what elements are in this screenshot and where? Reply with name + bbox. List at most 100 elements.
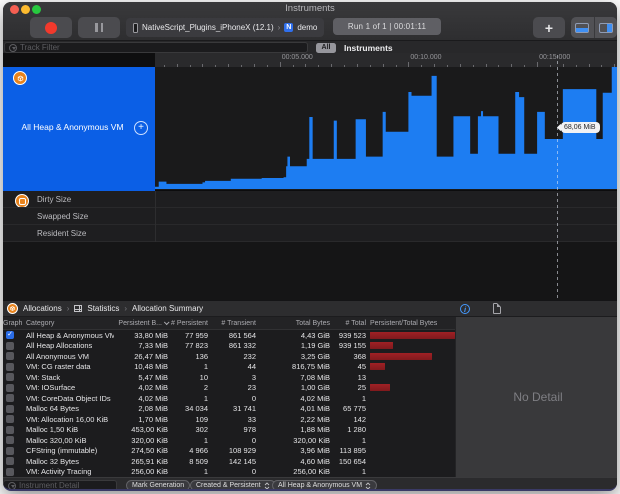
graph-checkbox[interactable]	[6, 373, 14, 382]
table-row[interactable]: VM: CoreData Object IDs 4,02 MiB 1 0 4,02 Mi…	[3, 393, 455, 404]
track-zoom-button[interactable]: +	[134, 121, 148, 135]
table-row[interactable]: VM: CG raster data 10,48 MiB 1 44 816,75 MiB…	[3, 362, 455, 373]
cell-num-persistent: 109	[195, 414, 208, 424]
lifecycle-dropdown[interactable]: Created & Persistent	[190, 480, 276, 489]
graph-checkbox[interactable]	[6, 457, 14, 466]
table-row[interactable]: Malloc 64 Bytes 2,08 MiB 34 034 31 741 4,01 …	[3, 404, 455, 415]
cell-num-transient: 0	[251, 467, 256, 477]
mark-generation-button[interactable]: Mark Generation	[126, 480, 191, 489]
column-header-num-total[interactable]: # Total	[330, 320, 367, 327]
inspection-playhead[interactable]	[557, 55, 558, 300]
window-title: Instruments	[285, 3, 335, 14]
allocation-graph[interactable]	[151, 67, 617, 191]
breadcrumb-allocation-summary[interactable]: Allocation Summary	[132, 304, 203, 313]
graph-checkbox[interactable]	[6, 425, 14, 434]
vm-tracker-subtrack[interactable]: Swapped Size	[3, 208, 617, 225]
scope-dropdown[interactable]: All Heap & Anonymous VM	[272, 480, 378, 489]
cell-total-bytes: 1,19 GiB	[300, 341, 330, 351]
all-filter-button[interactable]: All	[316, 43, 336, 53]
graph-checkbox[interactable]	[6, 436, 14, 445]
track-filter-input[interactable]: Track Filter	[4, 42, 308, 53]
empty-track-area	[3, 242, 617, 300]
column-header-category[interactable]: Category	[26, 320, 114, 327]
device-name: NativeScript_Plugins_iPhoneX (12.1)	[142, 23, 274, 32]
column-header-num-transient[interactable]: # Transient	[208, 320, 256, 327]
cell-num-transient: 861 332	[228, 341, 256, 351]
vm-tracker-subtrack[interactable]: Dirty Size	[3, 191, 617, 208]
process-name: demo	[297, 23, 318, 32]
cell-num-transient: 31 741	[233, 404, 256, 414]
graph-checkbox[interactable]	[6, 404, 14, 413]
process-icon: N	[284, 23, 294, 32]
pause-icon	[95, 23, 103, 32]
cell-total-bytes: 256,00 KiB	[293, 467, 330, 477]
table-row[interactable]: All Anonymous VM 26,47 MiB 136 232 3,25 GiB 3…	[3, 351, 455, 362]
graph-checkbox[interactable]	[6, 415, 14, 424]
track-vm-tracker[interactable]: Dirty Size Swapped Size Resident Size	[3, 191, 617, 242]
table-row[interactable]: Malloc 32 Bytes 265,91 KiB 8 509 142 145 4,6…	[3, 456, 455, 467]
column-header-graph[interactable]: Graph	[3, 320, 26, 327]
column-header-num-persistent[interactable]: # Persistent	[168, 320, 208, 327]
cell-num-persistent: 77 959	[185, 330, 208, 340]
add-instrument-button[interactable]: +	[533, 17, 565, 38]
cell-persistent-bytes: 2,08 MiB	[138, 404, 168, 414]
table-row[interactable]: ✓ All Heap & Anonymous VM 33,80 MiB 77 959 8…	[3, 330, 455, 341]
table-row[interactable]: CFString (immutable) 274,50 KiB 4 966 108 9…	[3, 446, 455, 457]
pause-button[interactable]	[78, 17, 120, 38]
cell-num-transient: 861 564	[228, 330, 256, 340]
ratio-bar	[370, 384, 390, 392]
cell-num-total: 142	[353, 414, 366, 424]
track-filter-placeholder: Track Filter	[20, 43, 60, 52]
statistics-table-header: Graph Category Persistent B... # Persist…	[3, 317, 455, 330]
graph-checkbox[interactable]	[6, 352, 14, 361]
graph-checkbox[interactable]	[6, 341, 14, 350]
ruler-tick-label: 00:05.000	[281, 54, 313, 61]
cell-total-bytes: 4,43 GiB	[300, 330, 330, 340]
cell-persistent-bytes: 265,91 KiB	[131, 456, 168, 466]
table-row[interactable]: VM: IOSurface 4,02 MiB 2 23 1,00 GiB 25	[3, 383, 455, 394]
cell-category: All Heap & Anonymous VM	[26, 330, 114, 340]
table-row[interactable]: Malloc 1,50 KiB 453,00 KiB 302 978 1,88 MiB 1…	[3, 425, 455, 436]
stepper-icon	[264, 481, 269, 489]
ratio-bar	[370, 352, 433, 360]
table-row[interactable]: All Heap Allocations 7,33 MiB 77 823 861 33…	[3, 341, 455, 352]
graph-checkbox[interactable]	[6, 362, 14, 371]
cell-category: VM: IOSurface	[26, 383, 76, 393]
cell-total-bytes: 3,25 GiB	[300, 351, 330, 361]
table-row[interactable]: VM: Allocation 16,00 KiB 1,70 MiB 109 33 2,2…	[3, 414, 455, 425]
target-device-selector[interactable]: NativeScript_Plugins_iPhoneX (12.1) › N …	[126, 18, 325, 37]
toggle-right-pane-button[interactable]	[593, 17, 618, 38]
cell-persistent-bytes: 4,02 MiB	[138, 383, 168, 393]
allocation-area-series	[151, 67, 617, 189]
table-row[interactable]: Malloc 320,00 KiB 320,00 KiB 1 0 320,00 KiB 1	[3, 435, 455, 446]
graph-checkbox[interactable]	[6, 394, 14, 403]
table-row[interactable]: VM: Stack 5,47 MiB 10 3 7,08 MiB 13	[3, 372, 455, 383]
toggle-bottom-pane-button[interactable]	[571, 17, 594, 38]
breadcrumb-allocations[interactable]: Allocations	[23, 304, 62, 313]
graph-checkbox[interactable]	[6, 446, 14, 455]
track-filter-bar: Track Filter All Instruments	[3, 40, 617, 53]
column-header-persistent-total-bytes[interactable]: Persistent/Total Bytes	[366, 320, 455, 327]
graph-checkbox[interactable]	[6, 383, 14, 392]
cell-category: All Heap Allocations	[26, 341, 93, 351]
timeline-ruler[interactable]: 00:05.000 00:10.000 00:15.000	[155, 53, 617, 67]
breadcrumb-statistics[interactable]: Statistics	[87, 304, 119, 313]
graph-checkbox-checked[interactable]: ✓	[6, 331, 14, 340]
cell-category: CFString (immutable)	[26, 446, 98, 456]
instrument-detail-filter-input[interactable]: Instrument Detail	[3, 480, 117, 489]
ratio-bar	[370, 331, 455, 339]
cell-total-bytes: 1,88 MiB	[300, 425, 330, 435]
cell-category: VM: Stack	[26, 372, 61, 382]
record-button[interactable]	[30, 17, 72, 38]
cell-num-transient: 0	[251, 393, 256, 403]
cell-total-bytes: 816,75 MiB	[292, 362, 330, 372]
info-inspector-button[interactable]: i	[460, 303, 470, 314]
vm-tracker-subtrack[interactable]: Resident Size	[3, 225, 617, 242]
column-header-total-bytes[interactable]: Total Bytes	[256, 320, 330, 327]
cell-total-bytes: 3,96 MiB	[300, 446, 330, 456]
graph-checkbox[interactable]	[6, 467, 14, 476]
track-allocations-header[interactable]: All Heap & Anonymous VM +	[3, 67, 155, 191]
table-row[interactable]: VM: Activity Tracing 256,00 KiB 1 0 256,00 K…	[3, 467, 455, 478]
column-header-persistent-bytes[interactable]: Persistent B...	[114, 318, 170, 327]
document-inspector-button[interactable]	[493, 303, 501, 314]
